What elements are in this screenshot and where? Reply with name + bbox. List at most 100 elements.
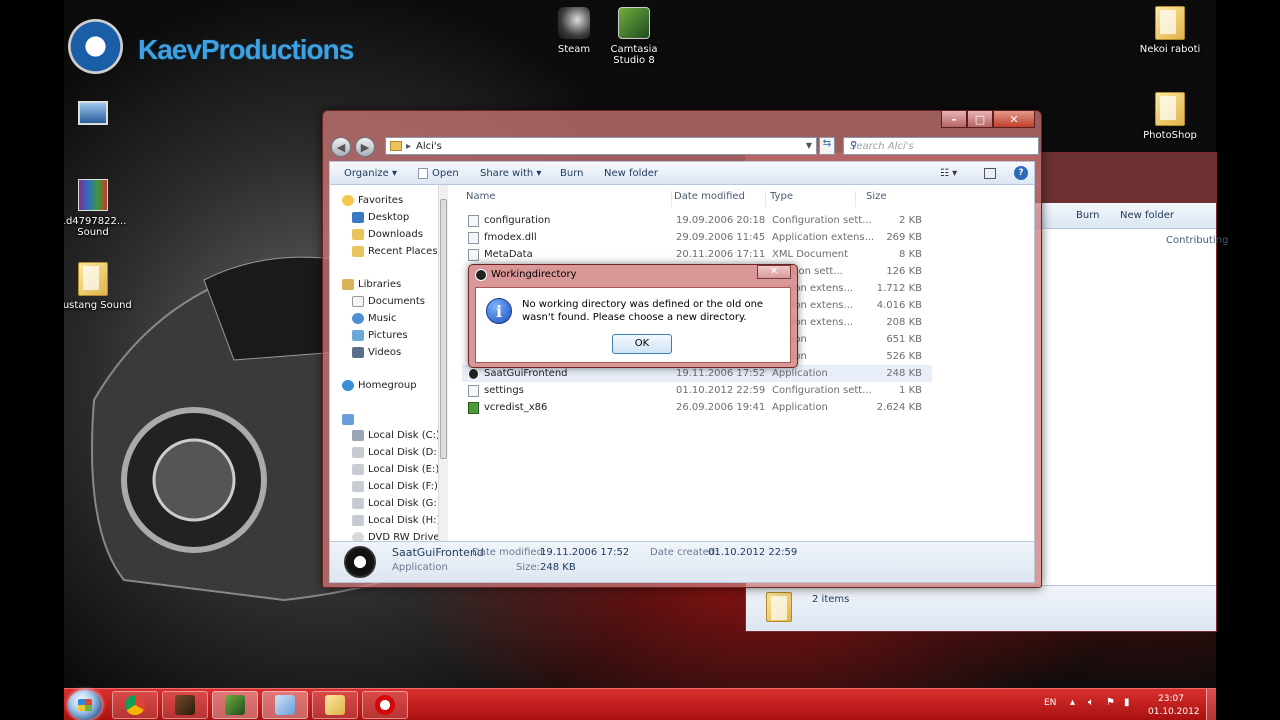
folder-icon: [1155, 6, 1185, 40]
kaevproductions-logo: KaevProductions: [64, 10, 354, 90]
ok-button[interactable]: OK: [612, 334, 672, 354]
file-size: 269 KB: [886, 232, 922, 243]
taskbar-opera[interactable]: [362, 691, 408, 719]
view-options-icon[interactable]: ☷ ▾: [940, 168, 957, 179]
file-size: 651 KB: [886, 334, 922, 345]
nav-label: Homegroup: [358, 380, 417, 391]
clock-time[interactable]: 23:07: [1158, 694, 1184, 704]
file-name: SaatGuiFrontend: [484, 368, 568, 379]
camtasia-icon: [618, 7, 650, 39]
file-icon: [468, 385, 479, 397]
nav-label: Local Disk (H:): [368, 515, 441, 526]
new-folder-button[interactable]: New folder: [604, 168, 658, 179]
workingdirectory-dialog[interactable]: Workingdirectory ✕ i No working director…: [468, 264, 798, 368]
file-row[interactable]: vcredist_x86 26.09.2006 19:41 Application 2…: [462, 399, 932, 416]
show-desktop-button[interactable]: [1206, 689, 1216, 720]
details-name: SaatGuiFrontend: [392, 546, 484, 559]
desktop-icon-nekoi-raboti[interactable]: Nekoi raboti: [1130, 6, 1210, 55]
search-input[interactable]: Search Alci's ⚲: [843, 137, 1039, 155]
navigation-pane: Favorites Desktop Downloads Recent Place…: [330, 185, 448, 541]
drive-icon: [352, 481, 364, 492]
computer-icon: [78, 101, 108, 125]
file-date: 01.10.2012 22:59: [676, 385, 766, 396]
organize-button[interactable]: Organize ▾: [344, 168, 397, 179]
desktop-icon-camtasia[interactable]: Camtasia Studio 8: [594, 6, 674, 66]
maximize-button[interactable]: □: [967, 110, 993, 128]
column-date-modified[interactable]: Date modified: [674, 191, 766, 207]
logo-text: KaevProductions: [138, 34, 354, 65]
column-size[interactable]: Size: [866, 191, 926, 207]
taskbar: EN ▴ 🔈︎ ⚑ ▮ 23:07 01.10.2012: [64, 688, 1216, 720]
taskbar-folder[interactable]: [312, 691, 358, 719]
refresh-button[interactable]: ⇆: [819, 137, 835, 155]
taskbar-camtasia[interactable]: [212, 691, 258, 719]
file-size: 2 KB: [899, 215, 922, 226]
background-cmd-new-folder[interactable]: New folder: [1120, 210, 1174, 221]
background-col-contributing[interactable]: Contributing: [1166, 235, 1228, 246]
application-icon: [344, 546, 376, 578]
nav-label: Videos: [368, 347, 402, 358]
column-type[interactable]: Type: [770, 191, 856, 207]
drive-icon: [352, 464, 364, 475]
pictures-icon: [352, 330, 364, 341]
network-icon[interactable]: ▮: [1124, 697, 1130, 708]
background-cmd-burn[interactable]: Burn: [1076, 210, 1099, 221]
nav-label: Downloads: [368, 229, 423, 240]
music-icon: [352, 313, 364, 324]
taskbar-chrome[interactable]: [112, 691, 158, 719]
file-name: configuration: [484, 215, 551, 226]
file-type: Configuration sett...: [772, 385, 872, 396]
dialog-message: No working directory was defined or the …: [522, 299, 764, 323]
clock-date[interactable]: 01.10.2012: [1148, 707, 1200, 717]
window-controls: – □ ✕: [941, 110, 1035, 128]
file-row[interactable]: MetaData 20.11.2006 17:11 XML Document 8 KB: [462, 246, 932, 263]
scrollbar-thumb[interactable]: [440, 199, 447, 459]
file-row[interactable]: configuration 19.09.2006 20:18 Configurati…: [462, 212, 932, 229]
navigation-scrollbar[interactable]: [438, 185, 448, 541]
burn-button[interactable]: Burn: [560, 168, 583, 179]
taskbar-game[interactable]: [162, 691, 208, 719]
details-created: 01.10.2012 22:59: [708, 547, 798, 558]
desktop-icon-photoshop[interactable]: PhotoShop: [1130, 92, 1210, 141]
start-button[interactable]: [68, 690, 102, 720]
help-icon[interactable]: ?: [1014, 166, 1028, 180]
volume-icon[interactable]: 🔈︎: [1088, 697, 1094, 708]
file-date: 29.09.2006 11:45: [676, 232, 766, 243]
file-icon: [468, 215, 479, 227]
back-button[interactable]: ◀: [331, 137, 351, 157]
nav-label: Local Disk (C:): [368, 430, 440, 441]
file-type: Application extens...: [772, 232, 875, 243]
forward-button[interactable]: ▶: [355, 137, 375, 157]
minimize-button[interactable]: –: [941, 110, 967, 128]
language-indicator[interactable]: EN: [1044, 698, 1056, 708]
file-size: 2.624 KB: [876, 402, 922, 413]
column-label: Name: [466, 191, 496, 202]
folder-icon: [390, 141, 402, 151]
preview-pane-icon[interactable]: [984, 168, 996, 179]
drive-icon: [352, 498, 364, 509]
dialog-close-button[interactable]: ✕: [757, 265, 791, 279]
tray-arrow-icon[interactable]: ▴: [1070, 697, 1075, 708]
desktop-icon-computer[interactable]: [64, 96, 133, 134]
desktop-icon-winrar-sound[interactable]: 1d4797822... Sound: [64, 178, 133, 238]
search-icon[interactable]: ⚲: [850, 140, 1034, 151]
desktop-icon-mustang-sound[interactable]: Mustang Sound: [64, 262, 133, 311]
folder-icon: [766, 592, 792, 622]
chevron-down-icon[interactable]: ▼: [806, 141, 812, 150]
column-name[interactable]: Name: [466, 191, 672, 207]
file-name: MetaData: [484, 249, 533, 260]
recent-places-icon: [352, 246, 364, 257]
taskbar-explorer[interactable]: [262, 691, 308, 719]
nav-label: DVD RW Drive (: [368, 532, 447, 541]
address-bar[interactable]: ▸ Alci's ▼: [385, 137, 817, 155]
flag-icon[interactable]: ⚑: [1106, 697, 1115, 708]
dialog-title: Workingdirectory: [491, 269, 577, 280]
winrar-icon: [78, 179, 108, 211]
file-row[interactable]: settings 01.10.2012 22:59 Configuration se…: [462, 382, 932, 399]
file-row[interactable]: fmodex.dll 29.09.2006 11:45 Application ex…: [462, 229, 932, 246]
file-type: Application: [772, 368, 828, 379]
open-button[interactable]: Open: [432, 168, 459, 179]
share-with-button[interactable]: Share with ▾: [480, 168, 541, 179]
app-icon: [475, 269, 487, 281]
close-button[interactable]: ✕: [993, 110, 1035, 128]
